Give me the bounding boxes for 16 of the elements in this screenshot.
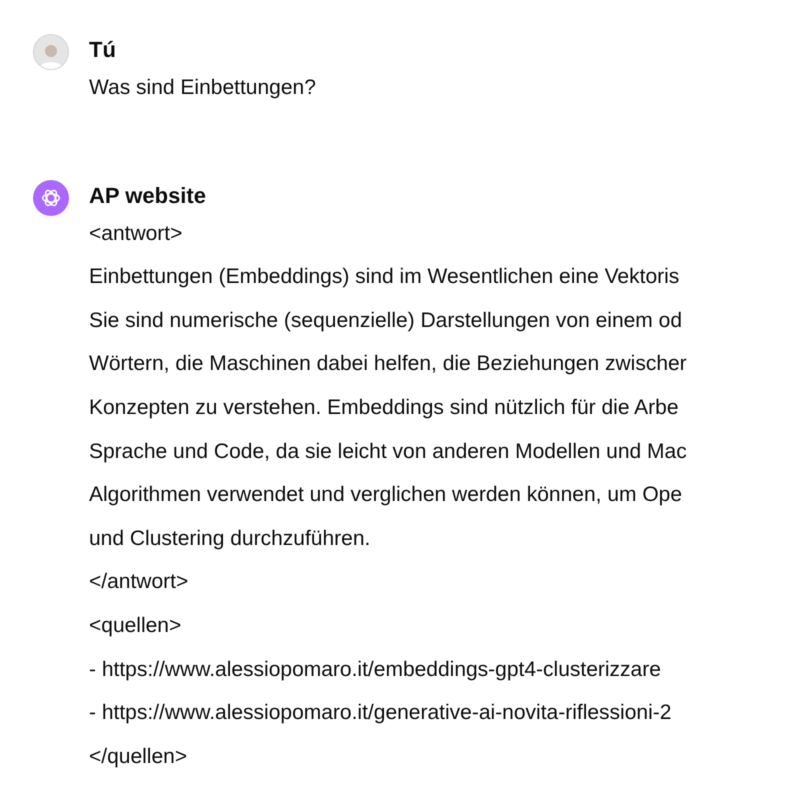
author-name: AP website (89, 182, 207, 210)
message-line: Konzepten zu verstehen. Embeddings sind nützlich für die Arbe (89, 394, 680, 421)
message-line: Einbettungen (Embeddings) sind im Wesentlichen eine Vektoris (89, 264, 680, 290)
message-line: - https://www.alessiopomaro.it/generative-ai-novita-riflessioni-2 (89, 700, 672, 726)
message-line: </antwort> (89, 569, 190, 596)
message-line: Algorithmen verwendet und verglichen werden können, um Ope (89, 482, 684, 508)
message-line: </quellen> (89, 744, 188, 770)
message-line: <antwort> (89, 220, 184, 247)
author-name: Tú (89, 36, 117, 64)
message-line: Sie sind numerische (sequenzielle) Darstellungen von einem od (89, 308, 683, 334)
message-line: Wörtern, die Maschinen dabei helfen, die Beziehungen zwischer (89, 351, 687, 378)
message-line: Was sind Einbettungen? (89, 75, 316, 101)
message-line: <quellen> (89, 612, 182, 639)
message-line: und Clustering durchzuführen. (89, 526, 372, 552)
message-line: Sprache und Code, da sie leicht von anderen Modellen und Mac (89, 438, 687, 465)
message-line: - https://www.alessiopomaro.it/embeddings-gpt4-clusterizzare (89, 656, 662, 683)
